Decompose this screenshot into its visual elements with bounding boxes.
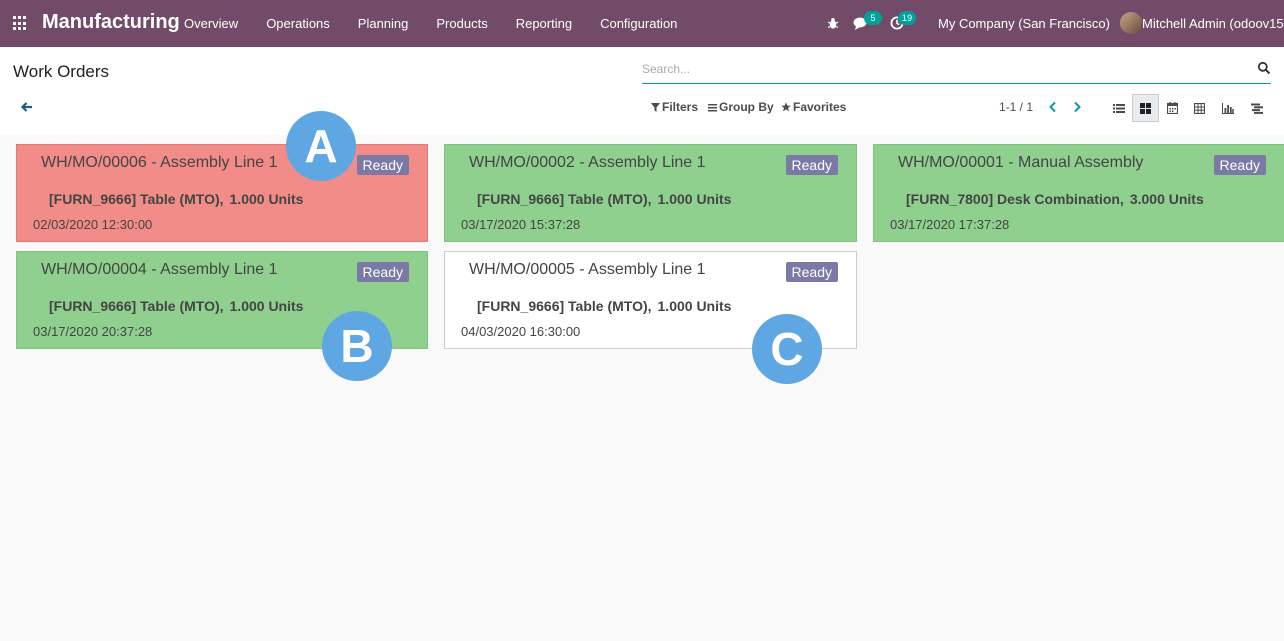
card-title: WH/MO/00002 - Assembly Line 1 — [469, 154, 706, 171]
product-name: [FURN_7800] Desk Combination, — [906, 191, 1124, 207]
card-product: [FURN_7800] Desk Combination, 3.000 Units — [906, 191, 1210, 207]
group-by-button[interactable]: Group By — [708, 100, 774, 114]
product-quantity: 1.000 Units — [657, 191, 732, 207]
card-date: 03/17/2020 15:37:28 — [461, 217, 581, 232]
product-quantity: 1.000 Units — [657, 298, 732, 314]
card-title: WH/MO/00006 - Assembly Line 1 — [41, 154, 278, 171]
card-product: [FURN_9666] Table (MTO), 1.000 Units — [477, 191, 737, 207]
menu-reporting[interactable]: Reporting — [516, 0, 572, 47]
bar-chart-icon — [1221, 102, 1234, 114]
pager-next-icon[interactable] — [1071, 101, 1083, 113]
search-input[interactable] — [642, 59, 1242, 79]
kanban-view-button[interactable] — [1132, 94, 1159, 122]
product-name: [FURN_9666] Table (MTO), — [477, 298, 652, 314]
favorites-label: Favorites — [793, 100, 847, 114]
status-badge[interactable]: Ready — [1213, 155, 1266, 175]
product-quantity: 3.000 Units — [1129, 191, 1204, 207]
card-date: 04/03/2020 16:30:00 — [461, 324, 581, 339]
top-navbar: Manufacturing Overview Operations Planni… — [0, 0, 1284, 47]
user-menu[interactable]: Mitchell Admin (odoov15) — [1142, 0, 1284, 47]
apps-menu-icon[interactable] — [13, 16, 28, 31]
menu-products[interactable]: Products — [436, 0, 487, 47]
card-date: 03/17/2020 17:37:28 — [890, 217, 1010, 232]
menu-configuration[interactable]: Configuration — [600, 0, 677, 47]
status-badge[interactable]: Ready — [356, 262, 409, 282]
card-product: [FURN_9666] Table (MTO), 1.000 Units — [477, 298, 737, 314]
card-product: [FURN_9666] Table (MTO), 1.000 Units — [49, 191, 309, 207]
card-date: 02/03/2020 12:30:00 — [33, 217, 153, 232]
favorites-button[interactable]: Favorites — [781, 100, 846, 114]
product-name: [FURN_9666] Table (MTO), — [49, 191, 224, 207]
list-view-icon — [1112, 103, 1125, 113]
marker-c: C — [752, 314, 822, 384]
page-title: Work Orders — [13, 62, 110, 81]
kanban-card[interactable]: WH/MO/00001 - Manual Assembly Ready [FUR… — [873, 144, 1284, 242]
calendar-view-button[interactable] — [1159, 94, 1186, 122]
pager-previous-icon[interactable] — [1047, 101, 1059, 113]
main-menu: Overview Operations Planning Products Re… — [184, 0, 705, 47]
product-name: [FURN_9666] Table (MTO), — [49, 298, 224, 314]
filters-button[interactable]: Filters — [651, 100, 698, 114]
gantt-view-button[interactable] — [1243, 94, 1270, 122]
user-avatar[interactable] — [1120, 12, 1142, 34]
kanban-view-icon — [1140, 102, 1151, 114]
card-product: [FURN_9666] Table (MTO), 1.000 Units — [49, 298, 309, 314]
status-badge[interactable]: Ready — [785, 262, 838, 282]
messages-count-badge: 5 — [864, 11, 882, 25]
app-brand[interactable]: Manufacturing — [42, 11, 180, 34]
marker-a: A — [286, 111, 356, 181]
menu-operations[interactable]: Operations — [266, 0, 330, 47]
control-panel: Work Orders Filters Group By Favorites 1… — [0, 47, 1284, 135]
product-quantity: 1.000 Units — [229, 191, 304, 207]
product-quantity: 1.000 Units — [229, 298, 304, 314]
card-title: WH/MO/00001 - Manual Assembly — [898, 154, 1144, 171]
card-title: WH/MO/00005 - Assembly Line 1 — [469, 261, 706, 278]
bug-icon[interactable] — [827, 17, 839, 30]
gantt-icon — [1250, 103, 1263, 114]
status-badge[interactable]: Ready — [356, 155, 409, 175]
company-switcher[interactable]: My Company (San Francisco) — [938, 0, 1110, 47]
menu-overview[interactable]: Overview — [184, 0, 238, 47]
card-title: WH/MO/00004 - Assembly Line 1 — [41, 261, 278, 278]
search-bar — [642, 55, 1271, 84]
pivot-view-button[interactable] — [1186, 94, 1213, 122]
search-icon[interactable] — [1257, 61, 1271, 75]
marker-b: B — [322, 311, 392, 381]
filters-label: Filters — [662, 100, 699, 114]
kanban-card[interactable]: WH/MO/00006 - Assembly Line 1 Ready [FUR… — [16, 144, 428, 242]
back-arrow-icon[interactable] — [20, 100, 34, 114]
card-date: 03/17/2020 20:37:28 — [33, 324, 153, 339]
table-grid-icon — [1194, 102, 1205, 114]
product-name: [FURN_9666] Table (MTO), — [477, 191, 652, 207]
pager-value[interactable]: 1-1 / 1 — [999, 100, 1033, 114]
star-icon — [781, 102, 791, 112]
calendar-icon — [1167, 102, 1178, 114]
activities-count-badge: 19 — [898, 11, 916, 25]
menu-planning[interactable]: Planning — [358, 0, 409, 47]
filter-icon — [651, 102, 660, 112]
group-by-icon — [708, 103, 717, 111]
group-by-label: Group By — [719, 100, 774, 114]
status-badge[interactable]: Ready — [785, 155, 838, 175]
graph-view-button[interactable] — [1214, 94, 1241, 122]
kanban-card[interactable]: WH/MO/00002 - Assembly Line 1 Ready [FUR… — [444, 144, 857, 242]
list-view-button[interactable] — [1105, 94, 1132, 122]
